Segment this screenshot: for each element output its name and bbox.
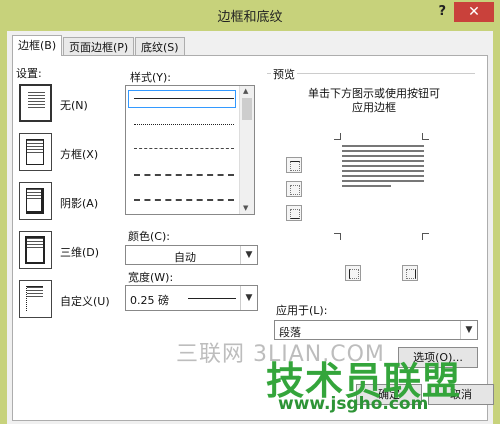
- tab-borders[interactable]: 边框(B): [12, 35, 63, 56]
- tab-page-border[interactable]: 页面边框(P): [63, 37, 135, 56]
- preview-text-lines[interactable]: [342, 145, 424, 190]
- width-label: 宽度(W):: [128, 271, 174, 284]
- title-bar: 边框和底纹 ? ✕: [0, 0, 500, 30]
- right-border-icon: [406, 269, 416, 279]
- top-border-button[interactable]: [286, 157, 302, 173]
- scroll-down-icon[interactable]: ▼: [243, 204, 248, 212]
- width-line-sample: [188, 298, 236, 299]
- close-button[interactable]: ✕: [454, 2, 494, 22]
- corner-mark-bl: [334, 233, 341, 240]
- preset-shadow-label: 阴影(A): [60, 197, 99, 210]
- doc-icon: [28, 92, 45, 116]
- preset-box[interactable]: [19, 133, 52, 171]
- scroll-up-icon[interactable]: ▲: [243, 87, 248, 95]
- style-solid[interactable]: [134, 98, 234, 99]
- preset-none-label: 无(N): [60, 99, 88, 112]
- preset-custom-label: 自定义(U): [60, 295, 110, 308]
- apply-to-label: 应用于(L):: [276, 304, 328, 317]
- bottom-border-icon: [290, 209, 300, 219]
- style-scrollbar[interactable]: ▲ ▼: [239, 86, 254, 214]
- custom-doc-icon: [26, 286, 43, 311]
- preset-3d-label: 三维(D): [60, 246, 100, 259]
- width-value: 0.25 磅: [130, 294, 169, 307]
- setting-label: 设置:: [16, 67, 42, 80]
- tab-shading[interactable]: 底纹(S): [135, 37, 185, 56]
- preset-custom[interactable]: [19, 280, 52, 318]
- left-border-icon: [349, 269, 359, 279]
- watermark-url: www.jsgho.com: [278, 394, 429, 414]
- help-button[interactable]: ?: [438, 4, 446, 19]
- color-select[interactable]: 自动 ▼: [125, 245, 258, 265]
- inside-horizontal-button[interactable]: [286, 181, 302, 197]
- corner-mark-tl: [334, 133, 341, 140]
- style-dash-dot[interactable]: [134, 199, 234, 201]
- inside-horizontal-icon: [290, 185, 300, 195]
- style-dashed-small[interactable]: [134, 148, 234, 149]
- scroll-thumb[interactable]: [242, 98, 252, 120]
- chevron-down-icon[interactable]: ▼: [460, 321, 477, 339]
- color-label: 颜色(C):: [128, 230, 170, 243]
- shadow-doc-icon: [26, 188, 44, 214]
- box-doc-icon: [26, 139, 44, 165]
- window-title: 边框和底纹: [217, 10, 283, 25]
- top-border-icon: [290, 161, 300, 171]
- style-dotted[interactable]: [134, 124, 234, 125]
- style-dashed[interactable]: [134, 174, 234, 176]
- color-value: 自动: [174, 251, 196, 264]
- chevron-down-icon[interactable]: ▼: [240, 286, 257, 310]
- style-listbox[interactable]: ▲ ▼: [125, 85, 255, 215]
- bottom-border-button[interactable]: [286, 205, 302, 221]
- width-select[interactable]: 0.25 磅 ▼: [125, 285, 258, 311]
- preview-hint-2: 应用边框: [352, 101, 396, 114]
- preset-3d[interactable]: [19, 231, 52, 269]
- corner-mark-br: [422, 233, 429, 240]
- preset-shadow[interactable]: [19, 182, 52, 220]
- corner-mark-tr: [422, 133, 429, 140]
- preset-box-label: 方框(X): [60, 148, 99, 161]
- right-border-button[interactable]: [402, 265, 418, 281]
- style-label: 样式(Y):: [130, 71, 172, 84]
- preset-none[interactable]: [19, 84, 52, 122]
- preview-label: 预览: [271, 66, 297, 82]
- left-border-button[interactable]: [345, 265, 361, 281]
- selected-style: [128, 90, 236, 108]
- 3d-doc-icon: [25, 236, 45, 264]
- preview-group-border: [267, 73, 475, 74]
- chevron-down-icon[interactable]: ▼: [240, 246, 257, 264]
